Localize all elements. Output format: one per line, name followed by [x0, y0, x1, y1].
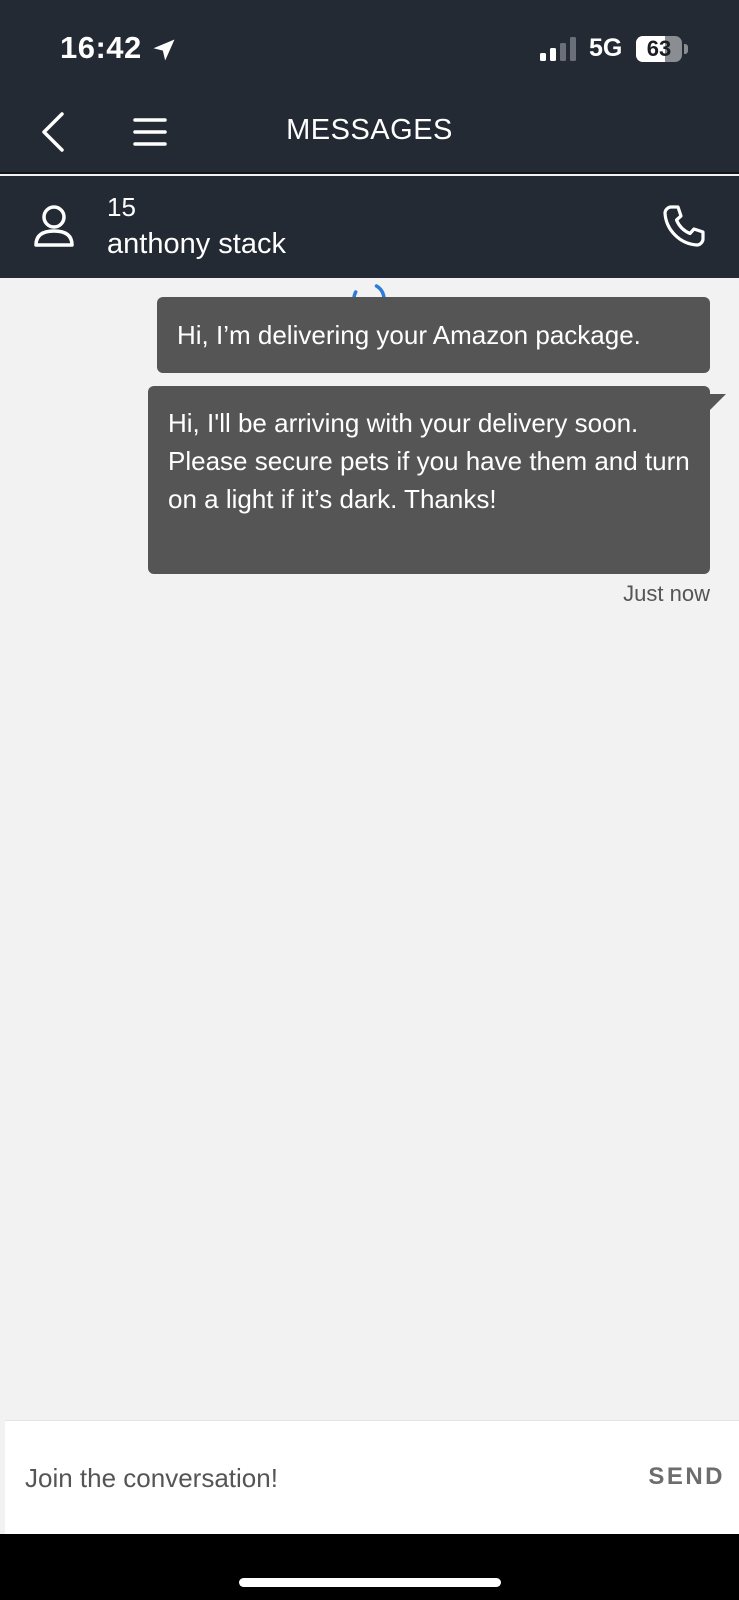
- message-input[interactable]: [5, 1421, 605, 1535]
- signal-icon: [540, 37, 576, 61]
- message-bubble: Hi, I'll be arriving with your delivery …: [148, 386, 710, 574]
- message-bubble: Hi, I’m delivering your Amazon package.: [157, 297, 710, 373]
- battery-percent: 63: [646, 36, 672, 61]
- network-label: 5G: [589, 34, 623, 62]
- nav-header: MESSAGES: [0, 90, 739, 174]
- status-bar: 16:42 5G 63: [0, 0, 739, 90]
- call-button[interactable]: [660, 202, 708, 250]
- message-timestamp: Just now: [623, 581, 710, 606]
- battery-icon: 63: [636, 36, 688, 62]
- contact-number: 15: [107, 192, 136, 222]
- message-area[interactable]: Hi, I’m delivering your Amazon package. …: [0, 278, 739, 1420]
- home-indicator[interactable]: [239, 1578, 501, 1587]
- user-icon: [34, 205, 74, 247]
- phone-icon: [663, 205, 705, 247]
- messages-screen: 16:42 5G 63 MESSAGES 15 anthony stack Hi…: [0, 0, 739, 1600]
- location-arrow-icon: [153, 39, 175, 61]
- home-indicator-area: [0, 1534, 739, 1600]
- send-button[interactable]: SEND: [625, 1457, 725, 1497]
- bubble-tail: [706, 394, 726, 414]
- message-composer: SEND: [5, 1420, 739, 1535]
- contact-bar: 15 anthony stack: [0, 176, 739, 278]
- status-time: 16:42: [60, 30, 142, 65]
- page-title: MESSAGES: [286, 114, 453, 146]
- contact-name: anthony stack: [107, 228, 286, 260]
